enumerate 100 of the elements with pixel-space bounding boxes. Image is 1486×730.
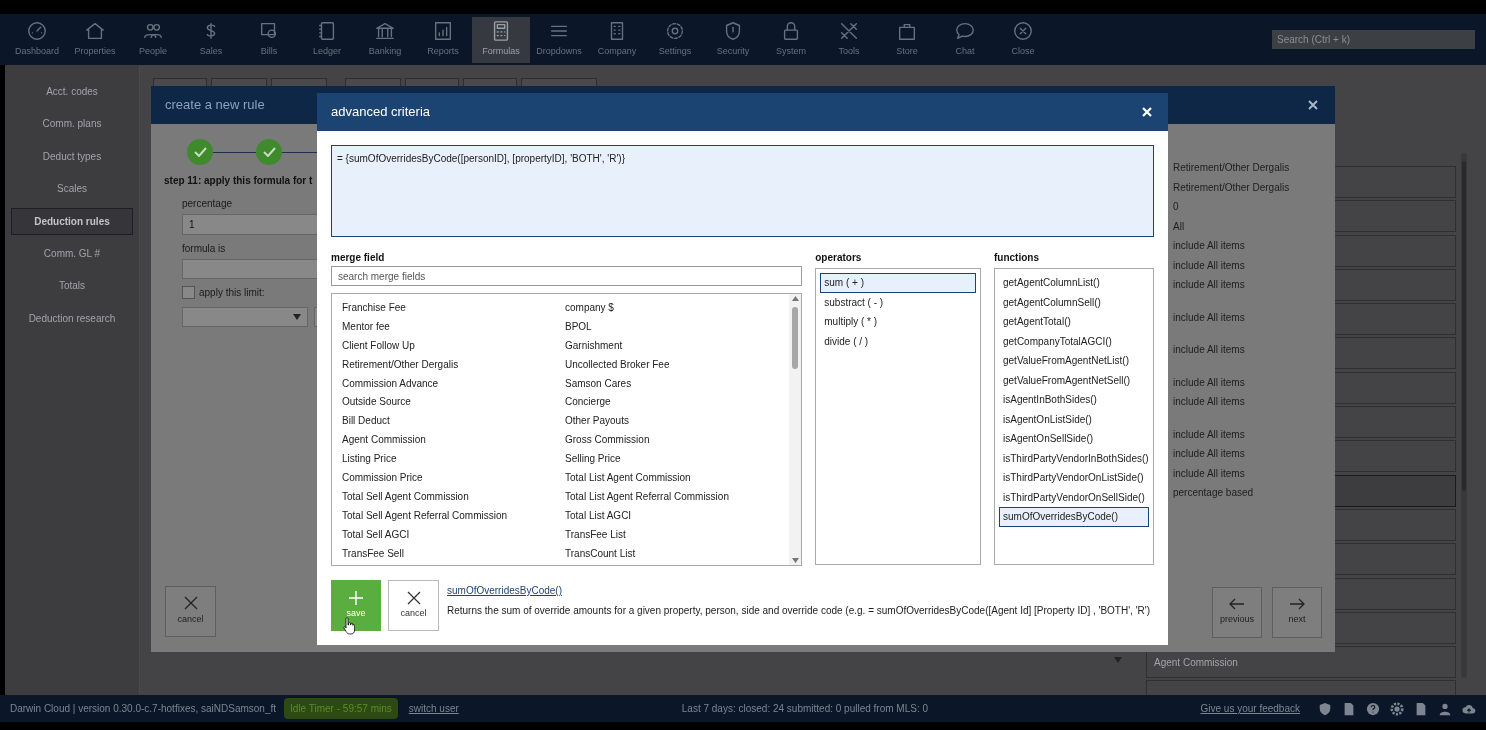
nav-item[interactable]: Ledger bbox=[298, 16, 356, 63]
previous-button[interactable]: previous bbox=[1212, 587, 1262, 638]
sidebar-item[interactable]: Comm. GL # bbox=[11, 239, 133, 267]
list-item[interactable]: getValueFromAgentNetList() bbox=[999, 351, 1149, 371]
sidebar-item[interactable]: Deduction research bbox=[11, 304, 133, 332]
merge-field-item[interactable]: BPOL bbox=[565, 318, 788, 334]
merge-field-item[interactable]: Client Follow Up bbox=[342, 337, 565, 353]
sidebar-item[interactable]: Acct. codes bbox=[11, 78, 133, 105]
checkbox[interactable] bbox=[182, 286, 195, 299]
merge-field-item[interactable]: Total List AGCI bbox=[565, 507, 788, 523]
summary-text: include All items bbox=[1173, 258, 1246, 273]
nav-item[interactable]: Properties bbox=[66, 16, 124, 63]
merge-field-item[interactable]: TransFee Sell bbox=[342, 545, 565, 561]
merge-field-item[interactable]: Total Sell Agent Commission bbox=[342, 488, 565, 504]
list-item[interactable]: multiply ( * ) bbox=[820, 312, 976, 332]
merge-field-item[interactable]: TransFee List bbox=[565, 526, 788, 542]
list-item[interactable]: isThirdPartyVendorOnSellSide() bbox=[999, 487, 1149, 507]
nav-item[interactable]: Sales bbox=[182, 16, 240, 63]
list-item[interactable]: isThirdPartyVendorInBothSides() bbox=[999, 448, 1149, 468]
person-icon[interactable] bbox=[1438, 701, 1452, 716]
list-item[interactable]: sum ( + ) bbox=[820, 273, 976, 293]
nav-item[interactable]: Tools bbox=[820, 16, 878, 63]
nav-item[interactable]: System bbox=[762, 16, 820, 63]
scrollbar[interactable] bbox=[1461, 153, 1467, 678]
function-link[interactable]: sumOfOverridesByCode() bbox=[447, 583, 563, 598]
summary-text: include All items bbox=[1173, 466, 1246, 481]
merge-field-item[interactable]: TransCount List bbox=[565, 545, 788, 561]
nav-item[interactable]: Dropdowns bbox=[530, 16, 588, 63]
nav-item[interactable]: Chat bbox=[936, 16, 994, 63]
merge-field-item[interactable]: Total Sell Agent Referral Commission bbox=[342, 507, 565, 523]
summary-text: percentage based bbox=[1173, 486, 1255, 500]
merge-field-item[interactable]: Franchise Fee bbox=[342, 299, 565, 315]
scroll-down-icon[interactable] bbox=[791, 558, 799, 563]
merge-field-item[interactable]: Concierge bbox=[565, 394, 788, 410]
sidebar-item[interactable]: Scales bbox=[11, 175, 133, 203]
shield-icon[interactable] bbox=[1318, 701, 1332, 716]
merge-field-item[interactable]: Retirement/Other Dergalis bbox=[342, 356, 565, 372]
merge-field-item[interactable]: Mentor fee bbox=[342, 318, 565, 334]
nav-item[interactable]: Formulas bbox=[472, 16, 530, 63]
close-icon bbox=[406, 590, 421, 605]
list-item[interactable]: isThirdPartyVendorOnListSide() bbox=[999, 468, 1149, 488]
nav-item[interactable]: Security bbox=[704, 16, 762, 63]
list-item[interactable]: substract ( - ) bbox=[820, 292, 976, 312]
nav-item[interactable]: Company bbox=[588, 16, 646, 63]
nav-item[interactable]: Banking bbox=[356, 16, 414, 63]
search-field[interactable]: Search (Ctrl + k) bbox=[1272, 30, 1475, 49]
nav-item[interactable]: Store bbox=[878, 16, 936, 63]
list-item[interactable]: isAgentInBothSides() bbox=[999, 390, 1149, 410]
cancel-button[interactable]: cancel bbox=[165, 586, 216, 637]
merge-field-item[interactable]: Commission Advance bbox=[342, 375, 565, 391]
nav-item[interactable]: People bbox=[124, 16, 182, 63]
merge-field-item[interactable]: Uncollected Broker Fee bbox=[565, 356, 788, 372]
merge-field-item[interactable]: Listing Price bbox=[342, 451, 565, 467]
document-icon[interactable] bbox=[1414, 701, 1428, 716]
help-icon[interactable] bbox=[1366, 701, 1380, 716]
merge-field-item[interactable]: Selling Price bbox=[565, 451, 788, 467]
formula-field[interactable]: = {sumOfOverridesByCode([personID], [propertyID], 'BOTH', 'R')} bbox=[331, 145, 1154, 237]
nav-item[interactable]: Dashboard bbox=[8, 16, 66, 63]
merge-field-item[interactable]: Gross Commission bbox=[565, 432, 788, 448]
list-item[interactable]: isAgentOnSellSide() bbox=[999, 429, 1149, 449]
summary-text: include All items bbox=[1173, 395, 1246, 409]
list-item[interactable]: getAgentColumnList() bbox=[999, 273, 1149, 293]
merge-field-item[interactable]: Agent Commission bbox=[342, 432, 565, 448]
list-item[interactable]: getValueFromAgentNetSell() bbox=[999, 370, 1149, 390]
merge-field-item[interactable]: Outside Source bbox=[342, 394, 565, 410]
merge-field-item[interactable]: Commission Price bbox=[342, 469, 565, 485]
merge-field-item[interactable]: Samson Cares bbox=[565, 375, 788, 391]
document-icon[interactable] bbox=[1342, 701, 1356, 716]
scrollbar[interactable] bbox=[789, 294, 802, 565]
close-icon[interactable] bbox=[1308, 100, 1318, 110]
nav-item[interactable]: Bills bbox=[240, 16, 298, 63]
nav-item[interactable]: Settings bbox=[646, 16, 704, 63]
merge-field-item[interactable]: Bill Deduct bbox=[342, 413, 565, 429]
search-field[interactable]: search merge fields bbox=[331, 266, 803, 286]
list-item[interactable]: sumOfOverridesByCode() bbox=[999, 507, 1149, 527]
list-item[interactable]: isAgentOnListSide() bbox=[999, 409, 1149, 429]
feedback-link[interactable]: Give us your feedback bbox=[1200, 701, 1300, 716]
merge-field-item[interactable]: Total Sell AGCI bbox=[342, 526, 565, 542]
cancel-button[interactable]: cancel bbox=[388, 580, 439, 631]
scroll-up-icon[interactable] bbox=[791, 296, 799, 301]
left-arrow-icon bbox=[1229, 598, 1245, 611]
list-item[interactable]: getAgentTotal() bbox=[999, 312, 1149, 332]
merge-field-item[interactable]: Garnishment bbox=[565, 337, 788, 353]
next-button[interactable]: next bbox=[1272, 587, 1322, 638]
nav-item[interactable]: Close bbox=[994, 16, 1052, 63]
switch-user-link[interactable]: switch user bbox=[408, 701, 459, 716]
list-item[interactable]: getCompanyTotalAGCI() bbox=[999, 331, 1149, 351]
list-item[interactable]: getAgentColumnSell() bbox=[999, 292, 1149, 312]
sidebar-item[interactable]: Comm. plans bbox=[11, 110, 133, 138]
merge-field-item[interactable]: Other Payouts bbox=[565, 413, 788, 429]
sidebar-item[interactable]: Deduction rules bbox=[11, 207, 133, 235]
settings-icon[interactable] bbox=[1390, 701, 1404, 716]
sidebar-item[interactable]: Totals bbox=[11, 272, 133, 300]
version-text: Darwin Cloud | version 0.30.0-c.7-hotfixes, saiNDSamson_ft bbox=[10, 702, 277, 716]
merge-field-item[interactable]: Total List Agent Commission bbox=[565, 469, 788, 485]
nav-item[interactable]: Reports bbox=[414, 16, 472, 63]
sidebar-item[interactable]: Deduct types bbox=[11, 142, 133, 170]
merge-field-item[interactable]: company $ bbox=[565, 299, 788, 315]
merge-field-item[interactable]: Total List Agent Referral Commission bbox=[565, 488, 788, 504]
list-item[interactable]: divide ( / ) bbox=[820, 331, 976, 351]
